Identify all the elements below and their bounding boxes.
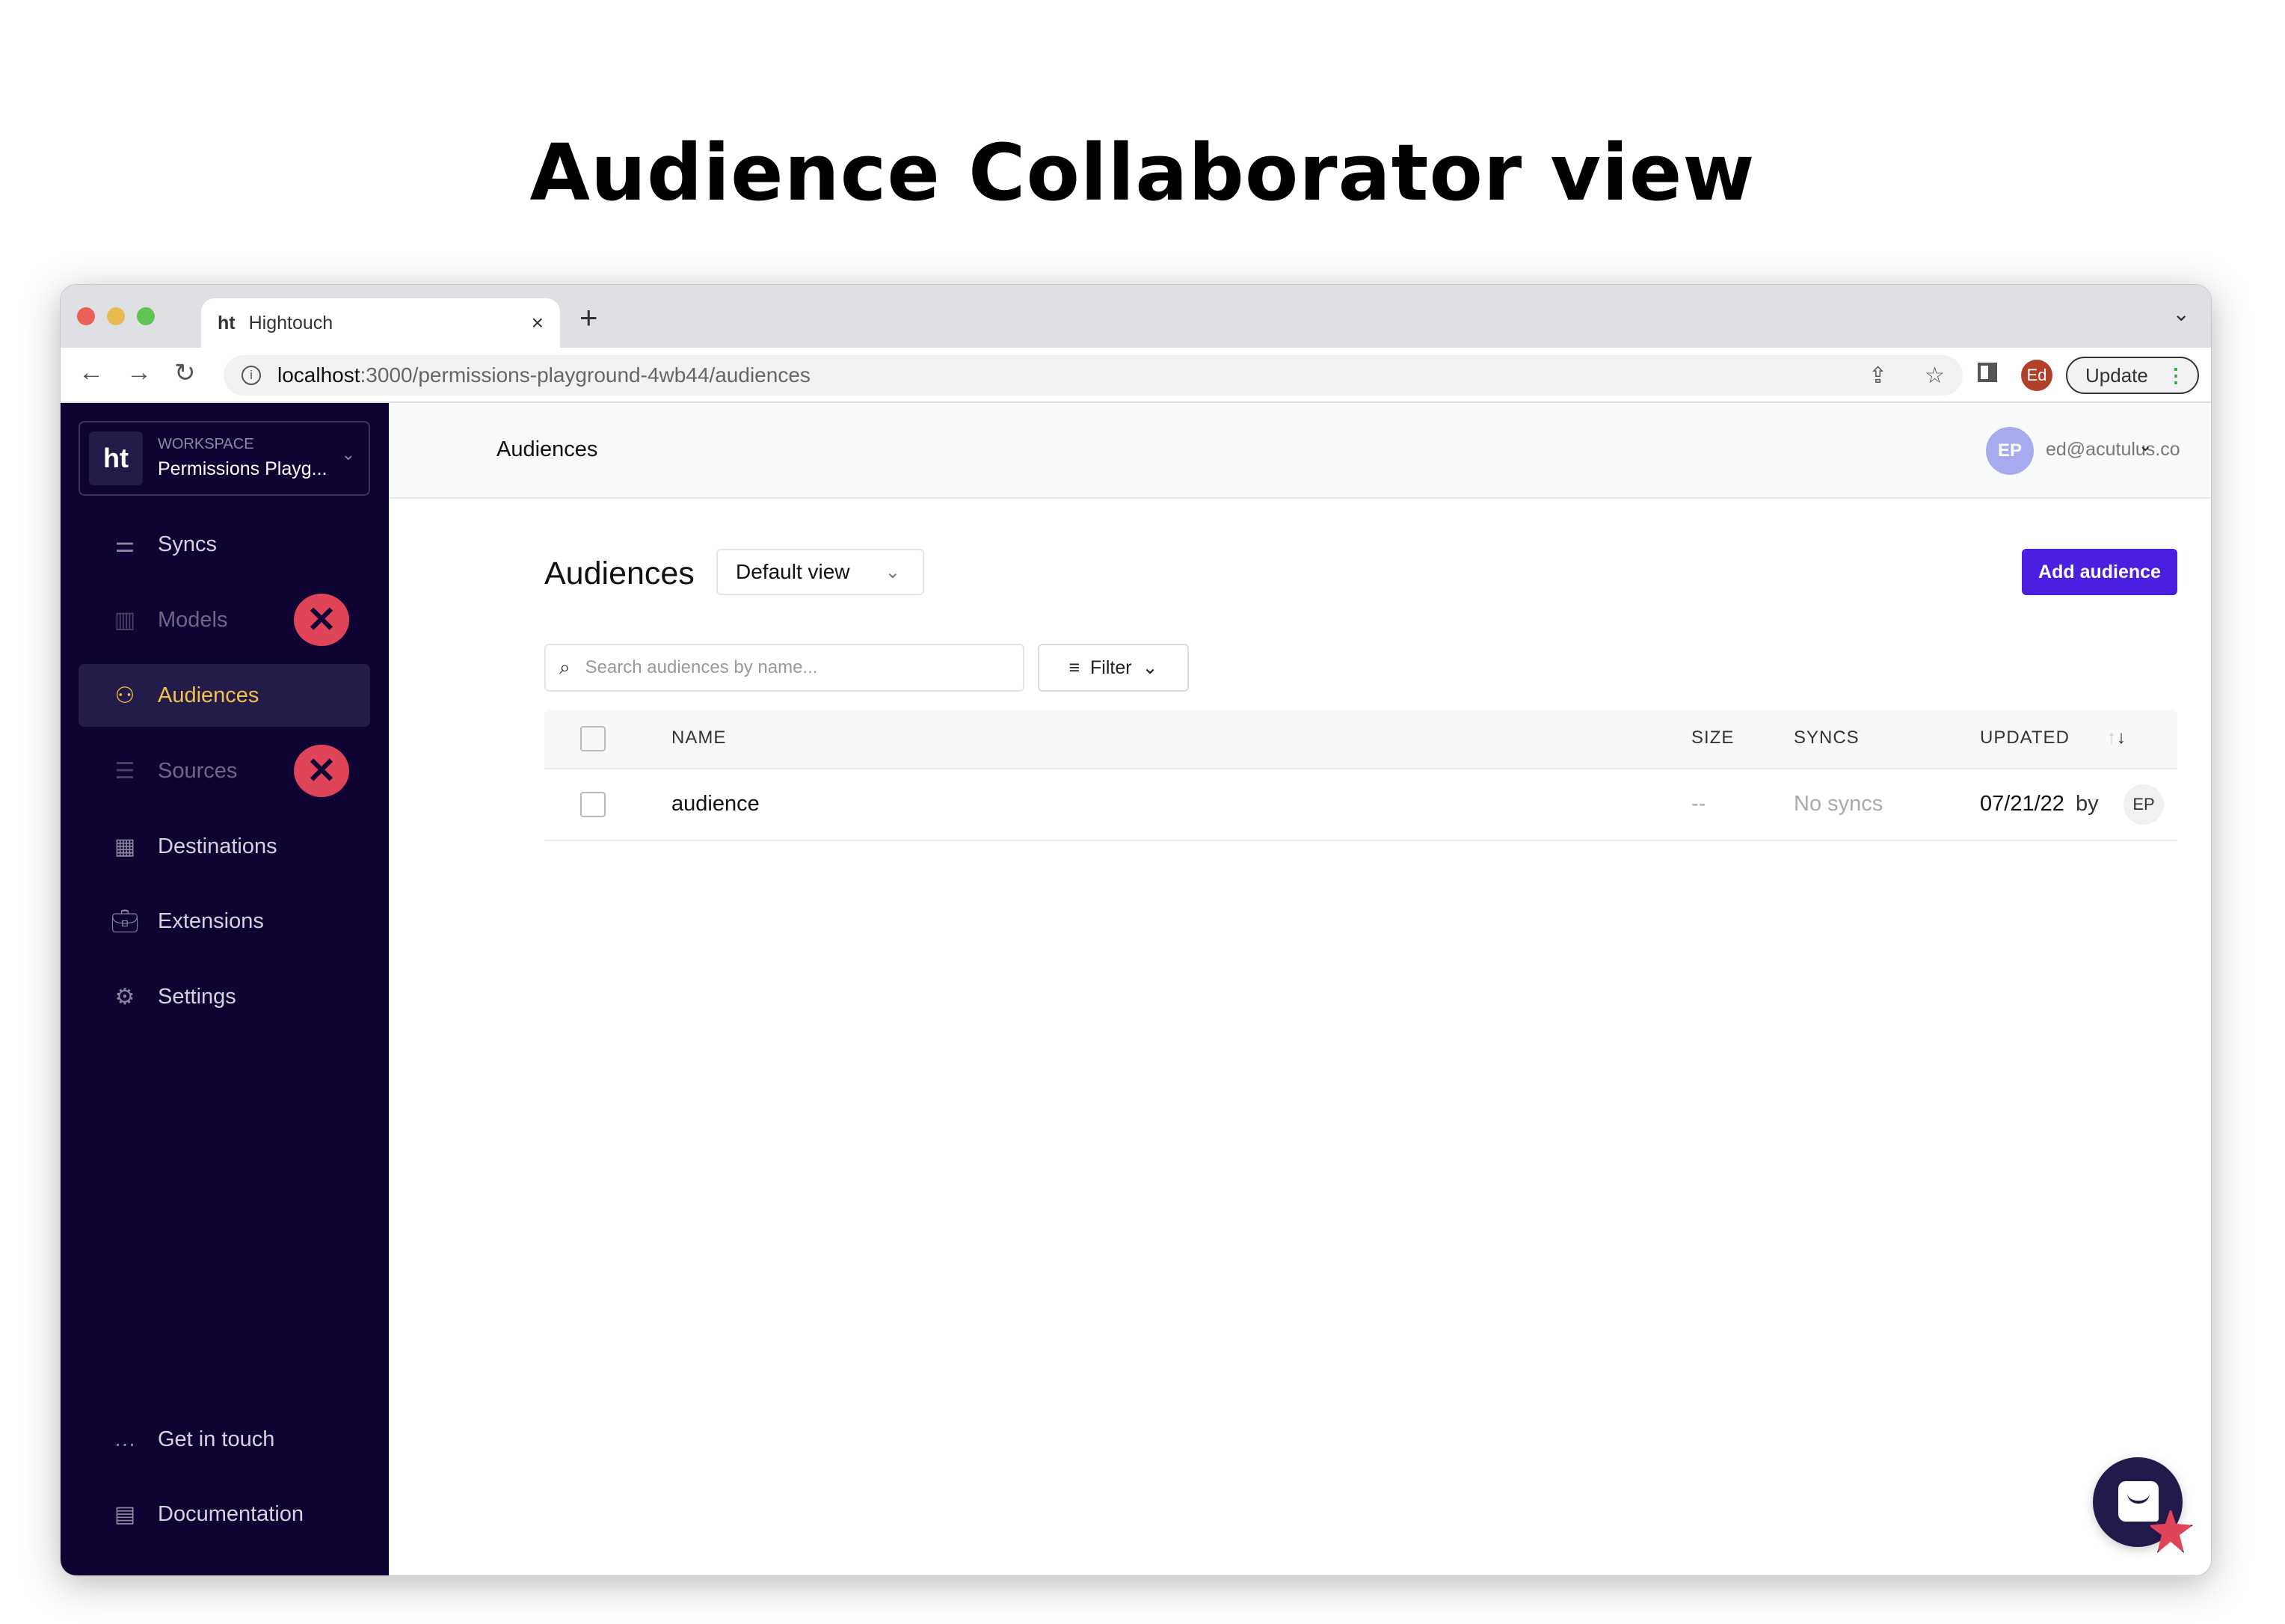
audience-syncs: No syncs: [1794, 792, 1883, 816]
tab-search-chevron-icon[interactable]: ⌄: [2173, 301, 2190, 326]
maximize-window-button[interactable]: [137, 307, 155, 325]
grid-icon: ▦: [114, 834, 136, 859]
sidebar-item-models: ▥ Models ✕: [79, 588, 370, 651]
forward-icon[interactable]: →: [126, 358, 152, 387]
audience-size: --: [1691, 792, 1706, 816]
denied-x-icon: ✕: [294, 745, 349, 797]
view-select[interactable]: Default view ⌄: [716, 549, 924, 595]
url-host: localhost: [277, 363, 360, 387]
search-icon: ⌕: [559, 656, 571, 678]
user-avatar[interactable]: EP: [1986, 427, 2034, 475]
sidebar: ht WORKSPACE Permissions Playg... ⌄ ⚌ Syn…: [61, 403, 389, 1575]
browser-window: ht Hightouch × + ⌄ ← → ↻ i localhost :30…: [60, 284, 2212, 1576]
users-icon: ⚇: [114, 683, 135, 708]
reload-icon[interactable]: ↻: [174, 358, 196, 388]
profile-avatar[interactable]: Ed: [2021, 360, 2052, 391]
table-row[interactable]: audience -- No syncs 07/21/22 by EP: [544, 769, 2177, 841]
browser-toolbar: ← → ↻ i localhost :3000/permissions-play…: [61, 348, 2211, 403]
table-header: NAME SIZE SYNCS UPDATED ↑↓: [544, 710, 2177, 769]
audience-updated: 07/21/22: [1980, 792, 2064, 816]
book-icon: ▤: [114, 1501, 136, 1527]
sidebar-item-sources: ☰ Sources ✕: [79, 739, 370, 802]
column-syncs[interactable]: SYNCS: [1794, 728, 1860, 748]
info-icon[interactable]: i: [242, 366, 261, 385]
sidebar-item-label: Sources: [158, 758, 238, 783]
select-all-checkbox[interactable]: [580, 726, 606, 751]
filter-label: Filter: [1090, 656, 1132, 678]
filter-icon: ≡: [1068, 656, 1080, 678]
tab-title: Hightouch: [248, 312, 333, 333]
update-button[interactable]: Update ⋮: [2066, 357, 2199, 394]
sidebar-item-get-in-touch[interactable]: … Get in touch: [79, 1408, 370, 1471]
user-email[interactable]: ed@acutulus.co: [2046, 439, 2180, 461]
chart-icon: ▥: [114, 607, 136, 633]
workspace-logo: ht: [89, 431, 143, 485]
browser-tab[interactable]: ht Hightouch ×: [201, 298, 560, 348]
column-size[interactable]: SIZE: [1691, 728, 1734, 748]
minimize-window-button[interactable]: [107, 307, 125, 325]
url-path: :3000/permissions-playground-4wb44/audie…: [360, 363, 811, 387]
search-placeholder: Search audiences by name...: [585, 657, 818, 677]
sidebar-item-destinations[interactable]: ▦ Destinations: [79, 815, 370, 878]
column-updated[interactable]: UPDATED: [1980, 728, 2070, 748]
top-header: Audiences EP ed@acutulus.co ⌄: [389, 403, 2211, 499]
workspace-label: WORKSPACE: [158, 436, 254, 452]
chevron-down-icon: ⌄: [341, 445, 355, 464]
sort-icon[interactable]: ↑↓: [2107, 728, 2126, 748]
workspace-name: Permissions Playg...: [158, 458, 327, 479]
workspace-switcher[interactable]: ht WORKSPACE Permissions Playg... ⌄: [79, 421, 370, 496]
share-icon[interactable]: ⇪: [1869, 363, 1887, 389]
sidebar-item-syncs[interactable]: ⚌ Syncs: [79, 513, 370, 576]
favicon: ht: [218, 312, 236, 333]
close-window-button[interactable]: [77, 307, 95, 325]
sidebar-item-label: Syncs: [158, 532, 217, 556]
star-icon[interactable]: ☆: [1925, 363, 1945, 389]
syncs-icon: ⚌: [114, 532, 135, 557]
briefcase-icon: 💼︎: [110, 908, 140, 934]
database-icon: ☰: [114, 758, 135, 784]
sidebar-item-label: Documentation: [158, 1501, 304, 1526]
sidebar-item-label: Extensions: [158, 908, 264, 933]
updated-by: by: [2076, 792, 2099, 816]
sidebar-item-extensions[interactable]: 💼︎ Extensions: [79, 890, 370, 953]
gear-icon: ⚙: [114, 984, 135, 1009]
denied-x-icon: ✕: [294, 594, 349, 646]
page-title: Audience Collaborator view: [529, 127, 1756, 218]
sidebar-item-label: Settings: [158, 984, 236, 1009]
breadcrumb: Audiences: [496, 437, 598, 461]
kebab-menu-icon[interactable]: ⋮: [2166, 364, 2186, 387]
sidebar-item-settings[interactable]: ⚙ Settings: [79, 965, 370, 1028]
sidebar-item-audiences[interactable]: ⚇ Audiences: [79, 664, 370, 727]
page-heading: Audiences: [544, 556, 695, 591]
main-content: Audiences EP ed@acutulus.co ⌄ Audiences …: [389, 403, 2211, 1575]
sidebar-item-label: Get in touch: [158, 1427, 275, 1451]
column-name[interactable]: NAME: [671, 728, 726, 748]
side-panel-icon[interactable]: [1978, 363, 1997, 382]
row-checkbox[interactable]: [580, 792, 606, 817]
new-tab-button[interactable]: +: [579, 300, 598, 336]
filter-button[interactable]: ≡ Filter ⌄: [1038, 644, 1189, 692]
chevron-down-icon[interactable]: ⌄: [2138, 436, 2152, 455]
address-bar[interactable]: i localhost :3000/permissions-playground…: [224, 355, 1963, 396]
tab-close-icon[interactable]: ×: [532, 311, 544, 335]
sidebar-item-label: Destinations: [158, 834, 277, 858]
sidebar-item-label: Audiences: [158, 683, 259, 707]
tab-bar: ht Hightouch × + ⌄: [61, 285, 2211, 348]
chevron-down-icon: ⌄: [1142, 657, 1158, 678]
back-icon[interactable]: ←: [79, 358, 104, 387]
add-audience-button[interactable]: Add audience: [2022, 549, 2177, 595]
view-select-value: Default view: [736, 560, 850, 583]
updated-by-avatar: EP: [2123, 784, 2164, 825]
chat-icon: …: [114, 1427, 136, 1451]
sidebar-item-label: Models: [158, 607, 228, 632]
audience-name[interactable]: audience: [671, 792, 760, 816]
chevron-down-icon: ⌄: [885, 562, 900, 582]
update-label: Update: [2085, 363, 2148, 387]
sidebar-item-documentation[interactable]: ▤ Documentation: [79, 1483, 370, 1545]
search-input[interactable]: ⌕ Search audiences by name...: [544, 644, 1024, 692]
